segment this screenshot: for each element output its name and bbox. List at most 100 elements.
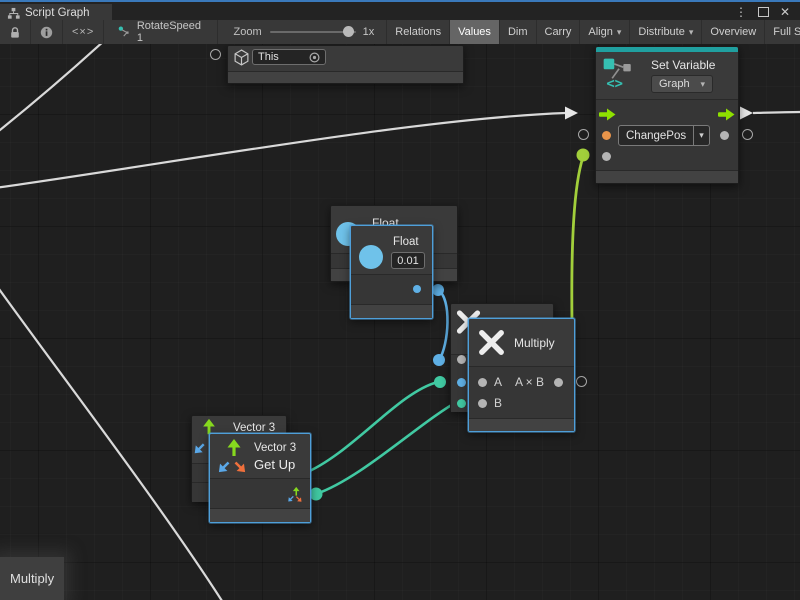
chevron-down-icon: ▾ [693, 126, 709, 145]
this-node[interactable]: This [227, 45, 464, 84]
variable-value-port[interactable] [602, 152, 611, 161]
hint-label: Multiply [10, 571, 54, 586]
multiply-node[interactable]: Multiply A A × B B [468, 318, 575, 432]
wire-arrowhead-into-set-variable [565, 107, 578, 120]
object-picker-icon[interactable] [309, 52, 320, 63]
multiply-output-empty-port[interactable] [576, 376, 587, 387]
gameobject-cube-icon [233, 49, 250, 66]
wire-float-to-multiply [438, 290, 448, 360]
vector3-downleft-arrow-icon [192, 441, 207, 456]
float-title: Float [393, 236, 419, 248]
multiply-back-port[interactable] [457, 355, 466, 364]
tab-label: Script Graph [25, 7, 90, 19]
wire-end-ball-lime [577, 149, 590, 162]
set-variable-icon: <> [602, 56, 634, 90]
info-icon [40, 26, 53, 39]
float-footer [351, 304, 432, 318]
flow-input-arrow[interactable] [599, 108, 616, 121]
toolbar-mode-buttons: Relations Values Dim Carry Align▾ Distri… [386, 20, 800, 44]
lock-button[interactable] [0, 20, 31, 44]
wire-end-ball-teal-upper [434, 376, 446, 388]
zoom-value: 1x [363, 26, 375, 38]
multiply-output-label: A × B [515, 375, 544, 389]
flow-output-arrow[interactable] [718, 108, 735, 121]
variable-scope-dropdown[interactable]: Graph▾ [651, 75, 713, 93]
dim-button[interactable]: Dim [499, 20, 536, 44]
variable-name-port[interactable] [602, 131, 611, 140]
fullscreen-button[interactable]: Full Screen [764, 20, 800, 44]
get-up-footer [210, 508, 310, 522]
graph-hierarchy-icon [7, 7, 20, 20]
wire-start-ball-teal-lower [310, 488, 323, 501]
inspect-button[interactable] [31, 20, 63, 44]
wire-white-upper-left [0, 44, 105, 134]
set-variable-node[interactable]: <> Set Variable Graph▾ ChangePos ▾ [595, 46, 739, 184]
vector3-downleft-arrow-icon [216, 459, 232, 475]
wire-end-ball-blue-bottom [433, 354, 445, 366]
variable-name-dropdown[interactable]: ChangePos ▾ [618, 125, 710, 146]
chevron-down-icon: ▾ [700, 79, 705, 90]
chevron-down-icon: ▾ [689, 27, 694, 38]
set-variable-left-empty-port[interactable] [578, 129, 589, 140]
variable-output-port[interactable] [720, 131, 729, 140]
set-variable-accent-bar [596, 47, 738, 52]
lock-icon [9, 26, 21, 39]
maximize-icon [758, 7, 769, 17]
hint-box: Multiply [0, 557, 64, 600]
multiply-port-b-label: B [494, 396, 502, 410]
multiply-port-a-label: A [494, 375, 502, 389]
close-button[interactable]: ✕ [776, 4, 794, 20]
overview-button[interactable]: Overview [701, 20, 764, 44]
multiply-port-b[interactable] [478, 399, 487, 408]
values-button[interactable]: Values [449, 20, 499, 44]
gameobject-field[interactable]: This [252, 49, 326, 65]
multiply-x-icon [477, 328, 506, 357]
distribute-dropdown-button[interactable]: Distribute▾ [629, 20, 701, 44]
zoom-slider-handle[interactable] [343, 26, 354, 37]
multiply-footer [469, 418, 574, 431]
maximize-button[interactable] [754, 4, 772, 20]
float-node[interactable]: Float 0.01 [350, 225, 433, 319]
vector3-title: Vector 3 [254, 442, 296, 454]
zoom-control: Zoom 1x [234, 26, 375, 38]
gameobject-field-value: This [258, 51, 279, 63]
carry-button[interactable]: Carry [536, 20, 580, 44]
wire-end-ball-blue-top [432, 284, 444, 296]
relations-button[interactable]: Relations [386, 20, 449, 44]
multiply-back-port-b[interactable] [457, 399, 466, 408]
vector3-downright-arrow-icon [232, 459, 248, 475]
vector3-up-arrow-icon [224, 438, 244, 458]
set-variable-footer [596, 170, 738, 183]
zoom-label: Zoom [234, 26, 262, 38]
vector3-output-port-icon[interactable] [287, 487, 303, 503]
variable-name-value: ChangePos [619, 126, 693, 145]
get-up-node[interactable]: Vector 3 Get Up [209, 433, 311, 523]
wire-white-to-right-edge [753, 112, 800, 113]
align-dropdown-button[interactable]: Align▾ [579, 20, 629, 44]
this-node-footer [228, 71, 463, 83]
graph-name: RotateSpeed 1 [137, 20, 203, 44]
zoom-slider-track[interactable] [270, 31, 356, 33]
wire-multiply-to-set-variable [572, 157, 583, 322]
multiply-title: Multiply [514, 336, 555, 350]
wire-arrowhead-out-of-set-variable [740, 107, 753, 120]
multiply-port-a[interactable] [478, 378, 487, 387]
get-up-title: Get Up [254, 457, 295, 472]
script-graph-asset-icon [118, 25, 131, 39]
title-bar: Script Graph ⋮ ✕ [0, 0, 800, 22]
float-value-field[interactable]: 0.01 [391, 252, 425, 269]
graph-breadcrumb[interactable]: RotateSpeed 1 [104, 20, 217, 44]
multiply-back-port-a[interactable] [457, 378, 466, 387]
unity-visual-scripting-window: Script Graph ⋮ ✕ <×> [0, 0, 800, 600]
multiply-output-port[interactable] [554, 378, 563, 387]
graph-toolbar: <×> RotateSpeed 1 Zoom 1x Relations Valu… [0, 20, 800, 45]
set-variable-title: Set Variable [651, 58, 715, 72]
set-variable-right-empty-port[interactable] [742, 129, 753, 140]
this-node-input-port[interactable] [210, 49, 221, 60]
graph-canvas[interactable]: This <> Set Variable Graph▾ [0, 44, 800, 600]
more-menu-button[interactable]: ⋮ [732, 4, 750, 20]
code-preview-toggle[interactable]: <×> [63, 20, 104, 44]
chevron-down-icon: ▾ [617, 27, 622, 38]
wire-white-to-set-variable [0, 113, 566, 188]
float-output-port[interactable] [413, 285, 421, 293]
